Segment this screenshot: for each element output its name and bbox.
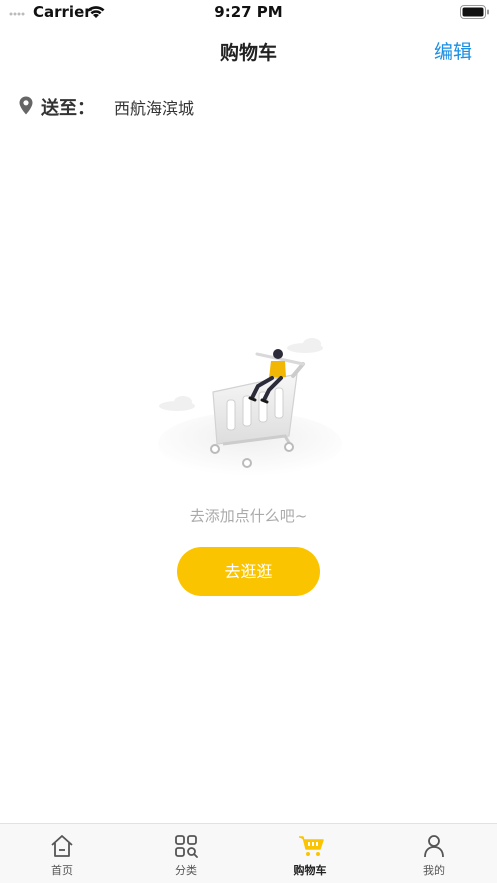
- tab-home[interactable]: 首页: [0, 824, 124, 883]
- nav-bar: 购物车 编辑: [0, 26, 497, 76]
- tab-profile-label: 我的: [423, 864, 445, 877]
- delivery-address-row[interactable]: 送至： 西航海滨城: [0, 88, 497, 124]
- page-title: 购物车: [219, 42, 277, 64]
- deliver-to-label: 送至：: [41, 98, 95, 119]
- tab-category-label: 分类: [175, 864, 197, 877]
- tab-cart[interactable]: 购物车: [248, 824, 372, 883]
- location-pin-icon: [19, 96, 33, 115]
- battery-icon: [460, 5, 489, 19]
- go-shopping-button[interactable]: 去逛逛: [177, 547, 320, 596]
- empty-cart-message: 去添加点什么吧~: [189, 507, 308, 525]
- tab-bar: 首页 分类 购物车 我的: [0, 823, 497, 883]
- tab-cart-label: 购物车: [293, 864, 327, 877]
- tab-home-label: 首页: [51, 864, 73, 877]
- tab-category[interactable]: 分类: [124, 824, 248, 883]
- status-bar: Carrier 9:27 PM: [0, 0, 497, 26]
- edit-button[interactable]: 编辑: [434, 37, 472, 64]
- status-time: 9:27 PM: [214, 3, 283, 21]
- cart-screen: Carrier 9:27 PM 购物车 编辑 送至： 西航海滨城 去添加点什么吧…: [0, 0, 497, 883]
- tab-profile[interactable]: 我的: [372, 824, 496, 883]
- profile-icon: [424, 835, 444, 858]
- delivery-address: 西航海滨城: [114, 99, 195, 118]
- empty-cart-illustration: [158, 338, 342, 476]
- category-icon: [175, 835, 198, 858]
- home-icon: [51, 835, 73, 857]
- cart-icon: [299, 836, 324, 856]
